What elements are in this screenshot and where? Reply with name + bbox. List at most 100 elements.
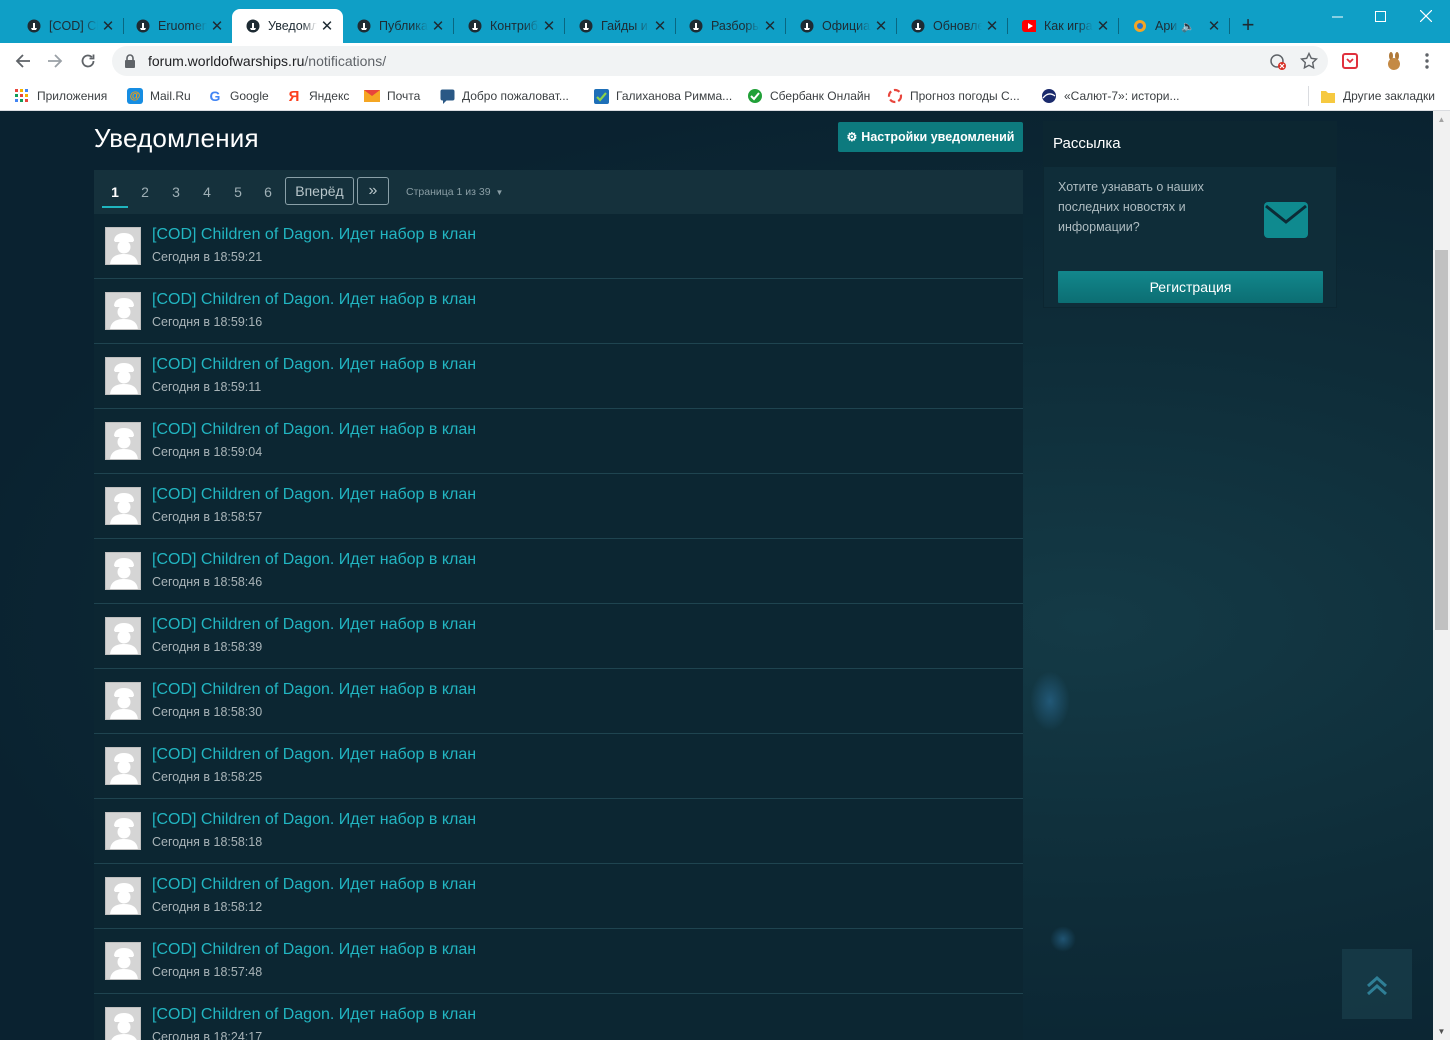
page-link-4[interactable]: 4 bbox=[194, 170, 220, 214]
extension-bunny-icon[interactable] bbox=[1385, 52, 1403, 70]
page-link-6[interactable]: 6 bbox=[255, 170, 281, 214]
notification-item[interactable]: [COD] Children of Dagon. Идет набор в кл… bbox=[94, 214, 1023, 279]
bookmark-welcome[interactable]: Добро пожаловат... bbox=[439, 86, 569, 106]
scroll-to-top-button[interactable] bbox=[1342, 949, 1412, 1019]
close-tab-icon[interactable]: ✕ bbox=[871, 17, 891, 35]
close-tab-icon[interactable]: ✕ bbox=[317, 17, 337, 35]
notification-item[interactable]: [COD] Children of Dagon. Идет набор в кл… bbox=[94, 604, 1023, 669]
notification-title-link[interactable]: [COD] Children of Dagon. Идет набор в кл… bbox=[152, 356, 476, 374]
notification-title-link[interactable]: [COD] Children of Dagon. Идет набор в кл… bbox=[152, 486, 476, 504]
other-bookmarks-folder[interactable]: Другие закладки bbox=[1320, 86, 1435, 106]
maximize-window-button[interactable] bbox=[1357, 4, 1403, 28]
avatar[interactable] bbox=[105, 812, 141, 850]
bookmark-star-icon[interactable] bbox=[1300, 52, 1318, 70]
notification-item[interactable]: [COD] Children of Dagon. Идет набор в кл… bbox=[94, 994, 1023, 1040]
bookmark-weather[interactable]: Прогноз погоды С... bbox=[887, 86, 1020, 106]
close-tab-icon[interactable]: ✕ bbox=[98, 17, 118, 35]
avatar[interactable] bbox=[105, 227, 141, 265]
register-button[interactable]: Регистрация bbox=[1058, 271, 1323, 303]
translate-blocked-icon[interactable] bbox=[1270, 54, 1286, 70]
page-scrollbar[interactable]: ▲ ▼ bbox=[1433, 111, 1450, 1040]
notification-item[interactable]: [COD] Children of Dagon. Идет набор в кл… bbox=[94, 734, 1023, 799]
scrollbar-thumb[interactable] bbox=[1435, 250, 1448, 630]
browser-tab[interactable]: Eruomen ✕ bbox=[122, 9, 233, 43]
notification-item[interactable]: [COD] Children of Dagon. Идет набор в кл… bbox=[94, 799, 1023, 864]
notification-item[interactable]: [COD] Children of Dagon. Идет набор в кл… bbox=[94, 409, 1023, 474]
close-window-button[interactable] bbox=[1403, 4, 1449, 28]
browser-tab[interactable]: Гайды и статьи✕ bbox=[565, 9, 676, 43]
browser-tab[interactable]: Контрибьюторы✕ bbox=[454, 9, 565, 43]
avatar[interactable] bbox=[105, 422, 141, 460]
page-link-1[interactable]: 1 bbox=[102, 170, 128, 214]
bookmark-mail[interactable]: Почта bbox=[364, 86, 420, 106]
notification-item[interactable]: [COD] Children of Dagon. Идет набор в кл… bbox=[94, 279, 1023, 344]
scroll-up-arrow-icon[interactable]: ▲ bbox=[1433, 111, 1450, 128]
scroll-down-arrow-icon[interactable]: ▼ bbox=[1433, 1023, 1450, 1040]
bookmark-apps[interactable]: Приложения bbox=[14, 86, 107, 106]
notification-title-link[interactable]: [COD] Children of Dagon. Идет набор в кл… bbox=[152, 1006, 476, 1024]
notification-item[interactable]: [COD] Children of Dagon. Идет набор в кл… bbox=[94, 474, 1023, 539]
notification-title-link[interactable]: [COD] Children of Dagon. Идет набор в кл… bbox=[152, 421, 476, 439]
notification-title-link[interactable]: [COD] Children of Dagon. Идет набор в кл… bbox=[152, 616, 476, 634]
minimize-window-button[interactable] bbox=[1314, 4, 1360, 28]
close-tab-icon[interactable]: ✕ bbox=[982, 17, 1002, 35]
notification-item[interactable]: [COD] Children of Dagon. Идет набор в кл… bbox=[94, 344, 1023, 409]
last-page-button[interactable]: » bbox=[357, 177, 389, 205]
close-tab-icon[interactable]: ✕ bbox=[650, 17, 670, 35]
avatar[interactable] bbox=[105, 552, 141, 590]
notification-item[interactable]: [COD] Children of Dagon. Идет набор в кл… bbox=[94, 929, 1023, 994]
notification-settings-button[interactable]: ⚙ Настройки уведомлений bbox=[838, 122, 1023, 152]
browser-tab[interactable]: Ари 🔈 ✕ bbox=[1119, 9, 1230, 43]
notification-title-link[interactable]: [COD] Children of Dagon. Идет набор в кл… bbox=[152, 681, 476, 699]
bookmark-galikhanova[interactable]: Галиханова Римма... bbox=[593, 86, 732, 106]
browser-tab[interactable]: [COD] Children of Dagon✕ bbox=[13, 9, 124, 43]
page-link-3[interactable]: 3 bbox=[163, 170, 189, 214]
bookmark-salyut[interactable]: «Салют-7»: истори... bbox=[1041, 86, 1180, 106]
avatar[interactable] bbox=[105, 357, 141, 395]
bookmark-yandex[interactable]: Я Яндекс bbox=[286, 86, 350, 106]
close-tab-icon[interactable]: ✕ bbox=[1204, 17, 1224, 35]
bookmark-sberbank[interactable]: Сбербанк Онлайн bbox=[747, 86, 870, 106]
avatar[interactable] bbox=[105, 487, 141, 525]
notification-title-link[interactable]: [COD] Children of Dagon. Идет набор в кл… bbox=[152, 941, 476, 959]
avatar[interactable] bbox=[105, 617, 141, 655]
notification-title-link[interactable]: [COD] Children of Dagon. Идет набор в кл… bbox=[152, 291, 476, 309]
reload-button[interactable] bbox=[76, 49, 100, 73]
notification-item[interactable]: [COD] Children of Dagon. Идет набор в кл… bbox=[94, 539, 1023, 604]
browser-tab[interactable]: Обновление✕ bbox=[897, 9, 1008, 43]
back-button[interactable] bbox=[11, 49, 35, 73]
close-tab-icon[interactable]: ✕ bbox=[207, 17, 227, 35]
forward-button[interactable] bbox=[43, 49, 67, 73]
next-page-button[interactable]: Вперёд bbox=[285, 177, 354, 205]
browser-tab[interactable]: Разборы ✕ bbox=[675, 9, 786, 43]
avatar[interactable] bbox=[105, 1007, 141, 1040]
close-tab-icon[interactable]: ✕ bbox=[428, 17, 448, 35]
notification-title-link[interactable]: [COD] Children of Dagon. Идет набор в кл… bbox=[152, 746, 476, 764]
avatar[interactable] bbox=[105, 942, 141, 980]
close-tab-icon[interactable]: ✕ bbox=[539, 17, 559, 35]
notification-title-link[interactable]: [COD] Children of Dagon. Идет набор в кл… bbox=[152, 226, 476, 244]
notification-item[interactable]: [COD] Children of Dagon. Идет набор в кл… bbox=[94, 864, 1023, 929]
close-tab-icon[interactable]: ✕ bbox=[760, 17, 780, 35]
notification-item[interactable]: [COD] Children of Dagon. Идет набор в кл… bbox=[94, 669, 1023, 734]
avatar[interactable] bbox=[105, 877, 141, 915]
notification-title-link[interactable]: [COD] Children of Dagon. Идет набор в кл… bbox=[152, 551, 476, 569]
page-link-5[interactable]: 5 bbox=[225, 170, 251, 214]
avatar[interactable] bbox=[105, 747, 141, 785]
page-jump-dropdown[interactable]: Страница 1 из 39 ▼ bbox=[406, 170, 503, 214]
browser-tab[interactable]: Как играть✕ bbox=[1008, 9, 1119, 43]
close-tab-icon[interactable]: ✕ bbox=[1093, 17, 1113, 35]
avatar[interactable] bbox=[105, 682, 141, 720]
address-bar[interactable]: forum.worldofwarships.ru/notifications/ bbox=[112, 46, 1328, 76]
browser-tab[interactable]: Официальные✕ bbox=[786, 9, 897, 43]
browser-tab[interactable]: Уведомления✕ bbox=[232, 9, 343, 43]
extension-pocket-icon[interactable] bbox=[1342, 53, 1358, 69]
page-link-2[interactable]: 2 bbox=[132, 170, 158, 214]
browser-tab[interactable]: Публикации✕ bbox=[343, 9, 454, 43]
avatar[interactable] bbox=[105, 292, 141, 330]
notification-title-link[interactable]: [COD] Children of Dagon. Идет набор в кл… bbox=[152, 811, 476, 829]
bookmark-mailru[interactable]: @ Mail.Ru bbox=[127, 86, 191, 106]
browser-menu-button[interactable] bbox=[1420, 51, 1434, 71]
bookmark-google[interactable]: G Google bbox=[207, 86, 269, 106]
new-tab-button[interactable]: + bbox=[1236, 14, 1260, 36]
